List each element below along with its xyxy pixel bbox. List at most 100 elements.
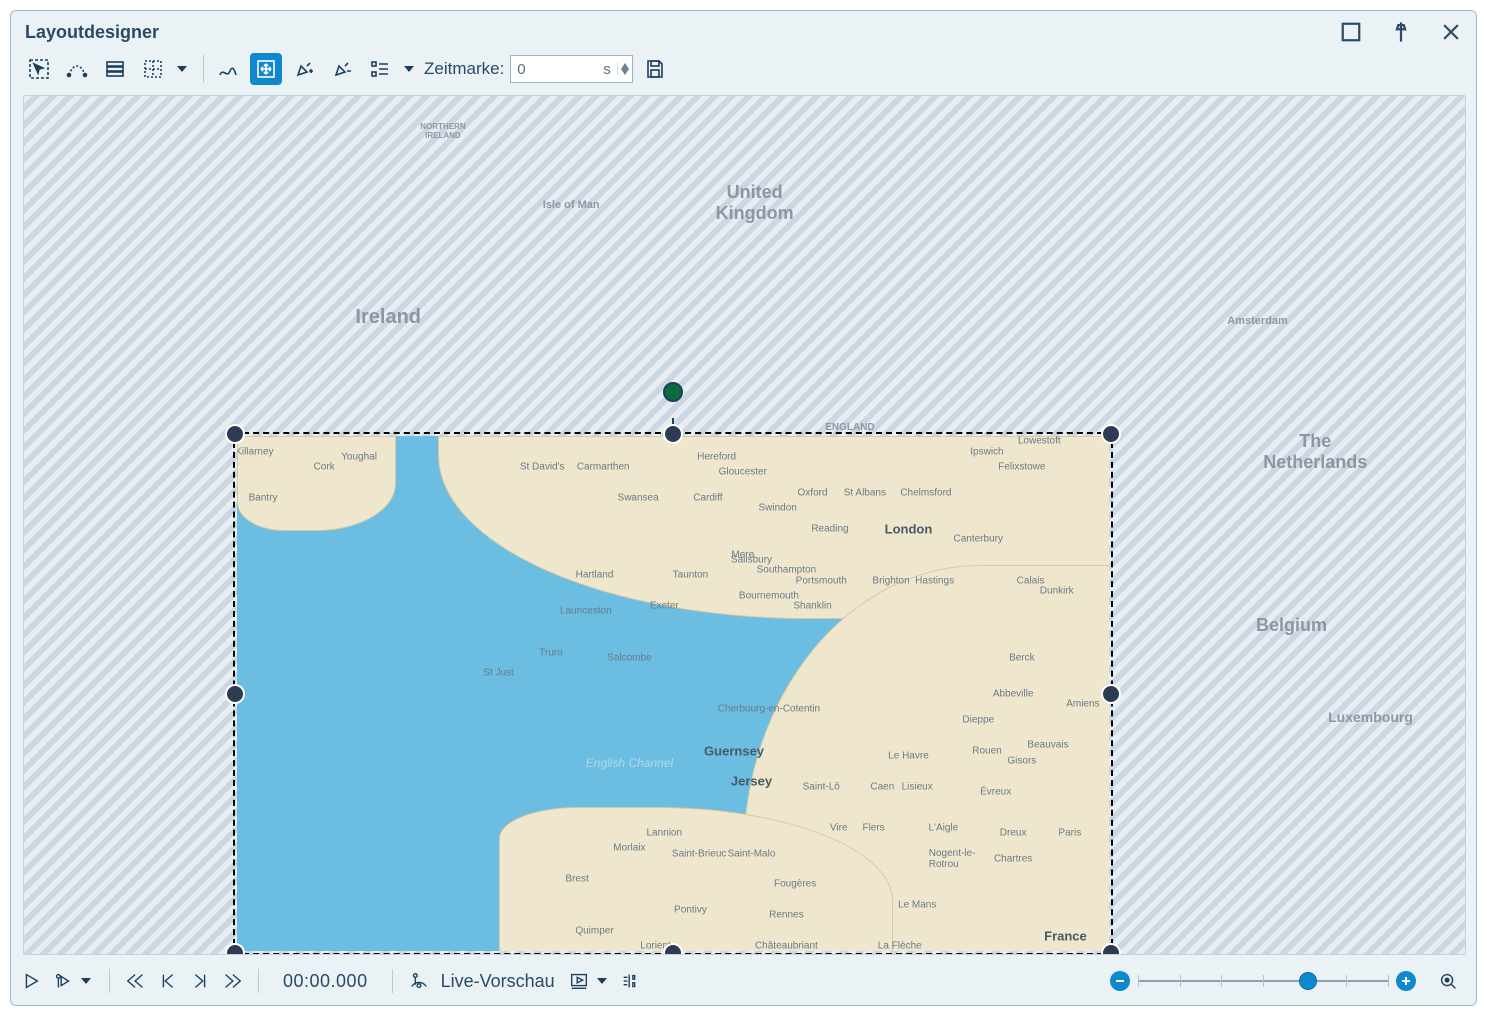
city-label: Portsmouth	[796, 575, 847, 586]
skip-first-icon[interactable]	[122, 967, 150, 995]
window-title: Layoutdesigner	[25, 22, 159, 43]
city-label: Brest	[565, 874, 588, 885]
timemark-stepper[interactable]: s	[510, 55, 633, 83]
city-label: Paris	[1058, 827, 1081, 838]
live-preview-eye-icon[interactable]	[405, 967, 433, 995]
city-label: Flers	[862, 822, 884, 833]
timeline-ruler-icon[interactable]	[617, 967, 645, 995]
city-label: Gloucester	[719, 467, 767, 478]
channel-label: English Channel	[586, 756, 673, 770]
skip-back-icon[interactable]	[154, 967, 182, 995]
city-label: Cork	[314, 462, 335, 473]
zoom-fit-icon[interactable]	[1434, 967, 1462, 995]
city-label: Berck	[1009, 652, 1035, 663]
city-label: Le Havre	[888, 750, 929, 761]
resize-handle[interactable]	[1101, 684, 1121, 704]
canvas-stage[interactable]: IrelandUnited KingdomENGLANDThe Netherla…	[23, 95, 1466, 955]
titlebar: Layoutdesigner	[11, 11, 1476, 49]
bg-map-label: Belgium	[1256, 615, 1327, 636]
bg-map-label: Amsterdam	[1227, 315, 1288, 327]
timemark-input[interactable]	[511, 59, 603, 80]
preview-dropdown-icon[interactable]	[595, 976, 609, 986]
city-label: Saint-Malo	[728, 848, 776, 859]
bg-map-label: Ireland	[355, 306, 421, 329]
path-tool-icon[interactable]	[61, 53, 93, 85]
main-toolbar: Zeitmarke: s	[11, 49, 1476, 95]
resize-handle[interactable]	[1101, 424, 1121, 444]
city-label: Guernsey	[704, 743, 764, 758]
bg-map-label: Luxembourg	[1328, 709, 1413, 725]
city-label: St Just	[483, 668, 514, 679]
zoom-knob[interactable]	[1299, 972, 1317, 990]
list-dropdown-icon[interactable]	[402, 64, 416, 74]
city-label: Felixstowe	[998, 462, 1045, 473]
city-label: Killarney	[237, 446, 274, 457]
city-label: Ipswich	[970, 446, 1003, 457]
city-label: Brighton	[872, 575, 909, 586]
pin-icon[interactable]	[1390, 21, 1412, 43]
close-icon[interactable]	[1440, 21, 1462, 43]
pen-remove-icon[interactable]	[326, 53, 358, 85]
timemark-label: Zeitmarke:	[424, 59, 504, 79]
city-label: St Albans	[844, 487, 886, 498]
city-label: Hastings	[915, 575, 954, 586]
list-tool-icon[interactable]	[364, 53, 396, 85]
move-tool-icon[interactable]	[250, 53, 282, 85]
save-icon[interactable]	[639, 53, 671, 85]
skip-last-icon[interactable]	[218, 967, 246, 995]
city-label: Quimper	[575, 925, 613, 936]
layers-tool-icon[interactable]	[99, 53, 131, 85]
city-label: Dunkirk	[1040, 585, 1074, 596]
statusbar: 00:00.000 Live-Vorschau	[11, 959, 1476, 1005]
preview-window-icon[interactable]	[565, 967, 593, 995]
city-label: Chelmsford	[900, 487, 951, 498]
city-label: Caen	[870, 781, 894, 792]
city-label: Cardiff	[693, 493, 722, 504]
city-label: Lowestoft	[1018, 436, 1061, 447]
map-content: English ChannelLondonFranceGuernseyJerse…	[237, 436, 1109, 951]
city-label: Dieppe	[962, 714, 994, 725]
city-label: Dreux	[1000, 827, 1027, 838]
pointer-tool-icon[interactable]	[23, 53, 55, 85]
selection-frame[interactable]: English ChannelLondonFranceGuernseyJerse…	[233, 432, 1113, 955]
city-label: Amiens	[1066, 699, 1099, 710]
grid-dropdown-icon[interactable]	[175, 64, 189, 74]
city-label: St David's	[520, 462, 565, 473]
resize-handle[interactable]	[225, 424, 245, 444]
city-label: L'Aigle	[928, 822, 958, 833]
bg-map-label: United Kingdom	[716, 182, 794, 224]
stepper-down-icon[interactable]	[618, 69, 632, 75]
city-label: Canterbury	[954, 534, 1003, 545]
resize-handle[interactable]	[663, 424, 683, 444]
play-dropdown-icon[interactable]	[79, 976, 93, 986]
city-label: Rouen	[972, 745, 1001, 756]
maximize-icon[interactable]	[1340, 21, 1362, 43]
zoom-in-icon[interactable]	[1396, 971, 1416, 991]
city-label: Shanklin	[793, 601, 831, 612]
city-label: Mere	[731, 549, 754, 560]
resize-handle[interactable]	[225, 684, 245, 704]
city-label: Châteaubriant	[755, 941, 818, 952]
city-label: Lisieux	[902, 781, 933, 792]
skip-forward-icon[interactable]	[186, 967, 214, 995]
play-icon[interactable]	[17, 967, 45, 995]
city-label: Exeter	[650, 601, 679, 612]
zoom-out-icon[interactable]	[1110, 971, 1130, 991]
bg-map-label: The Netherlands	[1263, 431, 1367, 473]
live-preview-label: Live-Vorschau	[441, 971, 555, 992]
play-section-icon[interactable]	[49, 967, 77, 995]
freeform-path-icon[interactable]	[212, 53, 244, 85]
grid-tool-icon[interactable]	[137, 53, 169, 85]
city-label: Truro	[539, 647, 563, 658]
city-label: Abbeville	[993, 688, 1034, 699]
city-label: Chartres	[994, 853, 1032, 864]
city-label: Fougères	[774, 879, 816, 890]
zoom-slider[interactable]	[1138, 969, 1388, 993]
city-label: Hartland	[576, 570, 614, 581]
city-label: Rennes	[769, 910, 803, 921]
pen-add-icon[interactable]	[288, 53, 320, 85]
city-label: Jersey	[731, 774, 772, 789]
city-label: Le Mans	[898, 900, 936, 911]
rotate-handle[interactable]	[663, 382, 683, 402]
city-label: Calais	[1017, 575, 1045, 586]
